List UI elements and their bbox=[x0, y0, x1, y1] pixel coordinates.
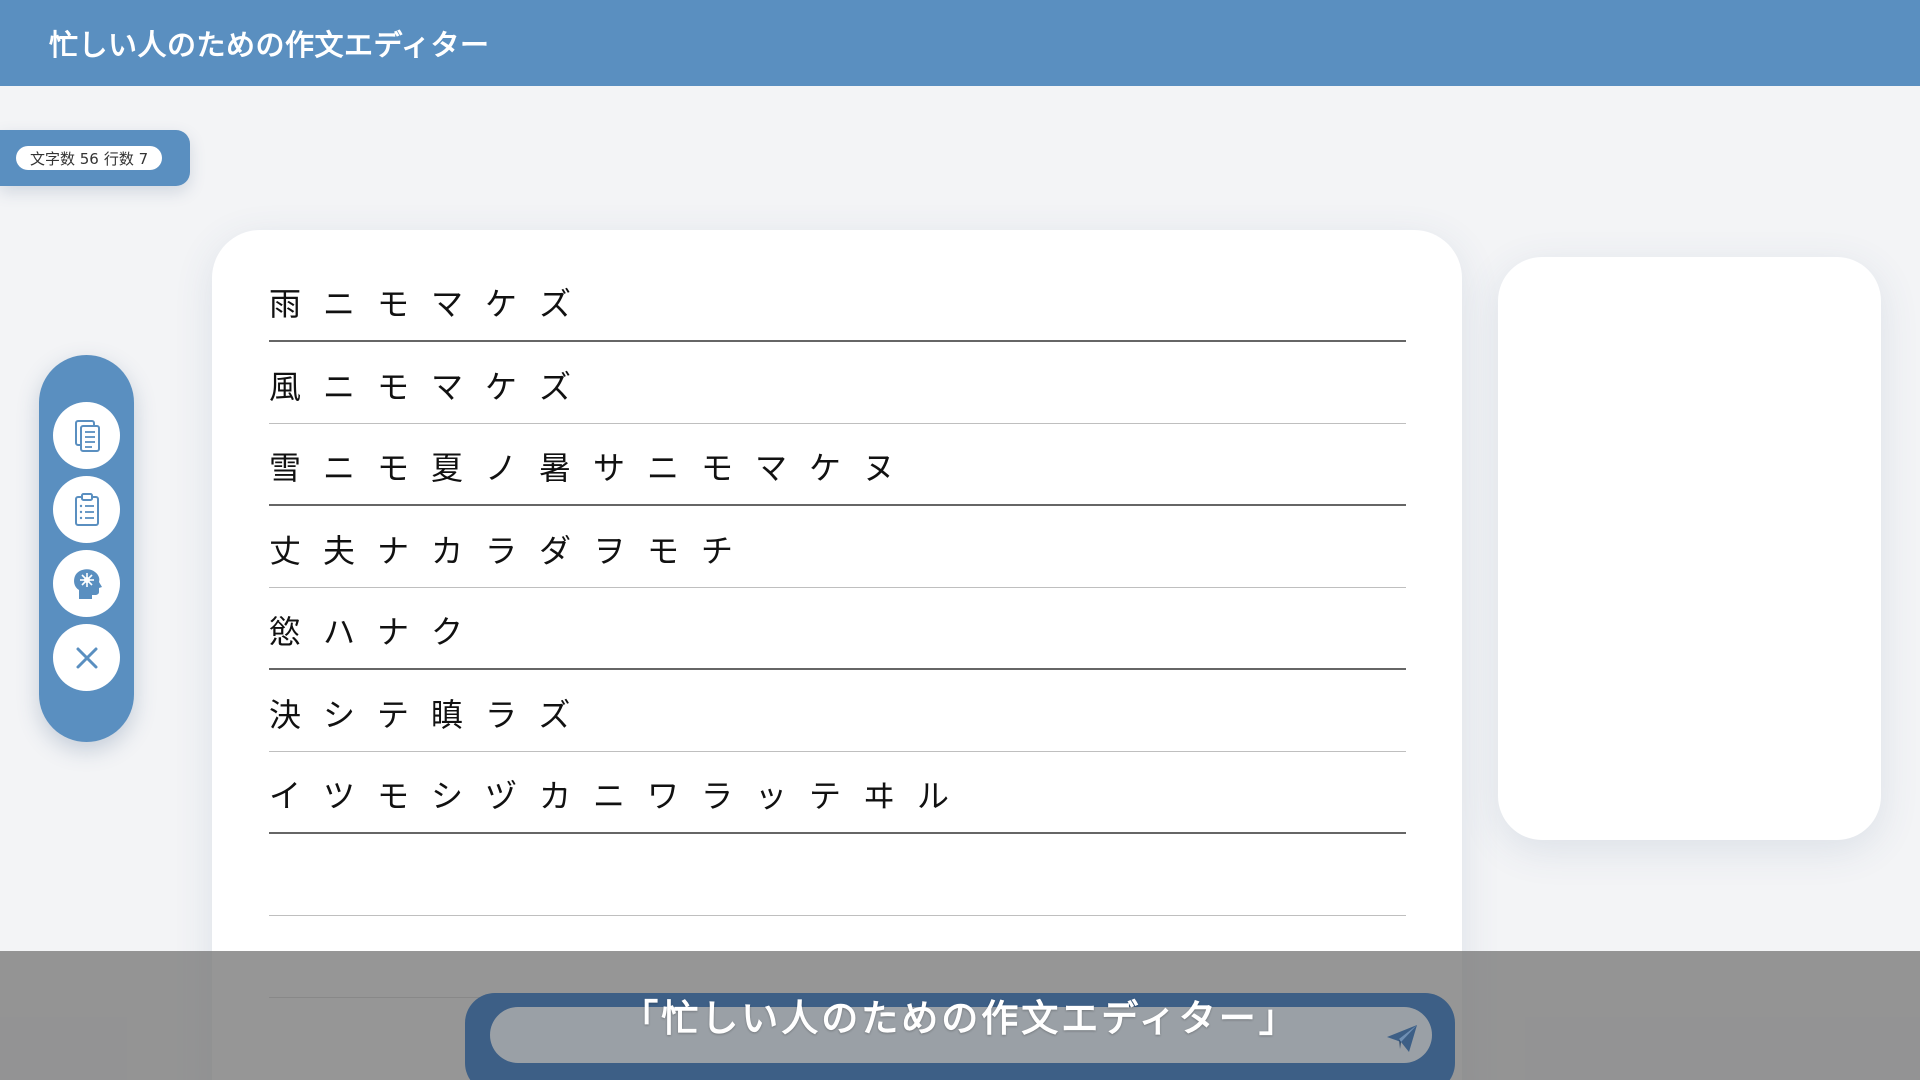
char-count: 文字数 56 bbox=[30, 149, 99, 168]
chat-input[interactable] bbox=[490, 1007, 1432, 1063]
editor-line[interactable]: 丈夫ナカラダヲモチ bbox=[269, 506, 1406, 588]
editor-line[interactable]: 慾ハナク bbox=[269, 588, 1406, 670]
clipboard-icon bbox=[74, 492, 99, 526]
close-icon bbox=[76, 647, 97, 668]
send-icon bbox=[1387, 1025, 1417, 1052]
send-button[interactable] bbox=[1382, 1018, 1422, 1058]
counter-pill: 文字数 56 行数 7 bbox=[16, 146, 163, 170]
app-header: 忙しい人のための作文エディター bbox=[0, 0, 1920, 86]
editor-line[interactable]: 雪ニモ夏ノ暑サニモマケヌ bbox=[269, 424, 1406, 506]
ai-assist-button[interactable] bbox=[53, 550, 120, 617]
editor-lines[interactable]: 雨ニモマケズ 風ニモマケズ 雪ニモ夏ノ暑サニモマケヌ 丈夫ナカラダヲモチ 慾ハナ… bbox=[269, 260, 1406, 998]
close-button[interactable] bbox=[53, 624, 120, 691]
side-panel bbox=[1498, 257, 1881, 840]
editor-line[interactable] bbox=[269, 834, 1406, 916]
editor-line[interactable]: イツモシヅカニワラッテヰル bbox=[269, 752, 1406, 834]
editor-line[interactable]: 決シテ瞋ラズ bbox=[269, 670, 1406, 752]
editor-line[interactable]: 雨ニモマケズ bbox=[269, 260, 1406, 342]
copy-button[interactable] bbox=[53, 402, 120, 469]
app-window: 忙しい人のための作文エディター 文字数 56 行数 7 雨ニモマケズ 風ニモマケ… bbox=[0, 0, 1920, 1080]
copy-icon bbox=[74, 419, 100, 452]
line-count: 行数 7 bbox=[103, 149, 149, 168]
tool-sidebar bbox=[39, 355, 134, 742]
editor-line[interactable]: 風ニモマケズ bbox=[269, 342, 1406, 424]
brain-icon bbox=[73, 568, 102, 599]
counter-tab: 文字数 56 行数 7 bbox=[0, 130, 190, 186]
app-title: 忙しい人のための作文エディター bbox=[49, 28, 490, 62]
clipboard-button[interactable] bbox=[53, 476, 120, 543]
